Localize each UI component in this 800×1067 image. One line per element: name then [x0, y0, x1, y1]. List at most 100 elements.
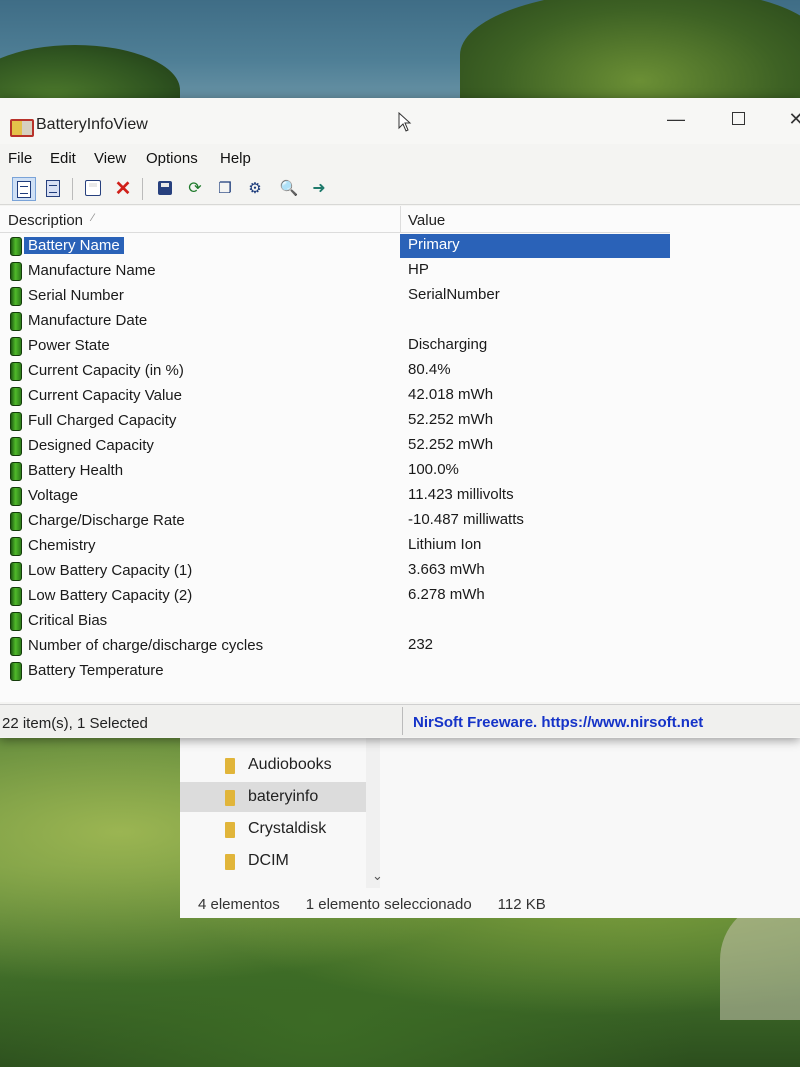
battery-icon — [10, 362, 22, 381]
toolbar-separator — [142, 178, 143, 200]
item-count: 4 elementos — [198, 896, 280, 913]
row-name: Power State — [28, 337, 110, 354]
table-row[interactable]: Manufacture Date — [0, 309, 670, 334]
row-value: 52.252 mWh — [408, 436, 494, 453]
row-name: Battery Name — [24, 237, 124, 254]
table-row[interactable]: Critical Bias — [0, 609, 670, 634]
selected-count: 1 elemento seleccionado — [305, 896, 472, 913]
folder-icon — [225, 790, 235, 806]
toolbar-separator — [72, 178, 73, 200]
table-row[interactable]: Battery Temperature — [0, 659, 670, 684]
column-divider[interactable] — [400, 206, 401, 232]
table-icon[interactable] — [82, 177, 104, 199]
explorer-window: Audiobooks bateryinfo Crystaldisk DCIM ⌄… — [180, 738, 800, 918]
table-row[interactable]: Designed Capacity 52.252 mWh — [0, 434, 670, 459]
row-name: Low Battery Capacity (2) — [28, 587, 193, 604]
exit-icon[interactable]: ➜ — [308, 177, 330, 199]
battery-icon — [10, 262, 22, 281]
table-row[interactable]: Serial Number SerialNumber — [0, 284, 670, 309]
chevron-down-icon[interactable]: ⌄ — [372, 868, 383, 884]
title-bar[interactable]: BatteryInfoView — ✕ — [0, 98, 800, 144]
column-value[interactable]: Value — [408, 212, 445, 229]
maximize-icon — [731, 112, 745, 125]
row-value: 11.423 millivolts — [408, 486, 514, 503]
row-value: Primary — [408, 236, 460, 253]
row-name: Battery Health — [28, 462, 124, 479]
battery-icon — [10, 437, 22, 456]
battery-icon — [10, 412, 22, 431]
folder-item-selected[interactable]: bateryinfo — [180, 782, 366, 812]
table-row[interactable]: Chemistry Lithium Ion — [0, 534, 670, 559]
table-row[interactable]: Battery Health 100.0% — [0, 459, 670, 484]
table-row[interactable]: Number of charge/discharge cycles 232 — [0, 634, 670, 659]
save-icon[interactable] — [154, 177, 176, 199]
window-title: BatteryInfoView — [36, 116, 148, 133]
html-report-icon[interactable] — [42, 177, 64, 199]
explorer-statusbar: 4 elementos 1 elemento seleccionado 112 KB — [198, 896, 572, 913]
folder-icon — [225, 822, 235, 838]
column-description[interactable]: Description — [8, 212, 83, 229]
table-row[interactable]: Full Charged Capacity 52.252 mWh — [0, 409, 670, 434]
table-row[interactable]: Low Battery Capacity (2) 6.278 mWh — [0, 584, 670, 609]
explorer-scrollbar[interactable] — [366, 738, 380, 888]
menu-file[interactable]: File — [8, 150, 32, 167]
table-row[interactable]: Current Capacity (in %) 80.4% — [0, 359, 670, 384]
row-name: Manufacture Name — [28, 262, 156, 279]
folder-label: bateryinfo — [248, 788, 319, 805]
minimize-button[interactable]: — — [656, 106, 696, 132]
battery-icon — [10, 487, 22, 506]
copy-icon[interactable]: ❐ — [214, 177, 236, 199]
battery-icon — [10, 462, 22, 481]
maximize-button[interactable] — [718, 106, 758, 132]
battery-icon — [10, 537, 22, 556]
find-icon[interactable]: 🔍 — [278, 177, 300, 199]
table-row[interactable]: Charge/Discharge Rate -10.487 milliwatts — [0, 509, 670, 534]
status-bar: 22 item(s), 1 Selected NirSoft Freeware.… — [0, 704, 800, 737]
row-value: -10.487 milliwatts — [408, 511, 524, 528]
sort-arrow-icon: ⁄ — [92, 212, 94, 224]
table-row[interactable]: Battery Name Primary — [0, 234, 670, 259]
menu-bar: File Edit View Options Help — [0, 146, 800, 172]
menu-edit[interactable]: Edit — [50, 150, 76, 167]
folder-label: Audiobooks — [248, 756, 332, 773]
status-item-count: 22 item(s), 1 Selected — [2, 715, 148, 732]
options-icon[interactable]: ⚙ — [244, 177, 266, 199]
folder-item[interactable]: DCIM — [180, 846, 366, 876]
battery-icon — [10, 287, 22, 306]
nirsoft-link[interactable]: NirSoft Freeware. https://www.nirsoft.ne… — [413, 714, 703, 731]
close-button[interactable]: ✕ — [776, 106, 800, 132]
table-row[interactable]: Low Battery Capacity (1) 3.663 mWh — [0, 559, 670, 584]
properties-icon[interactable] — [12, 177, 36, 201]
row-name: Serial Number — [28, 287, 124, 304]
menu-help[interactable]: Help — [220, 150, 251, 167]
row-name: Full Charged Capacity — [28, 412, 177, 429]
battery-icon — [10, 512, 22, 531]
battery-icon — [10, 237, 22, 256]
battery-icon — [10, 337, 22, 356]
table-row[interactable]: Voltage 11.423 millivolts — [0, 484, 670, 509]
row-name: Charge/Discharge Rate — [28, 512, 185, 529]
row-value: 80.4% — [408, 361, 451, 378]
folder-item[interactable]: Crystaldisk — [180, 814, 366, 844]
battery-icon — [10, 562, 22, 581]
row-value: 232 — [408, 636, 434, 653]
row-name: Manufacture Date — [28, 312, 148, 329]
mouse-cursor-icon — [398, 112, 412, 132]
table-row[interactable]: Manufacture Name HP — [0, 259, 670, 284]
battery-icon — [10, 387, 22, 406]
row-value: 100.0% — [408, 461, 459, 478]
folder-label: DCIM — [248, 852, 289, 869]
batteryinfoview-window: BatteryInfoView — ✕ File Edit View Optio… — [0, 98, 800, 738]
folder-item[interactable]: Audiobooks — [180, 750, 366, 780]
menu-view[interactable]: View — [94, 150, 126, 167]
refresh-icon[interactable]: ⟳ — [184, 177, 206, 199]
battery-info-list[interactable]: Description ⁄ Value Battery Name Primary … — [0, 206, 800, 702]
folder-label: Crystaldisk — [248, 820, 327, 837]
row-value: 6.278 mWh — [408, 586, 485, 603]
table-row[interactable]: Power State Discharging — [0, 334, 670, 359]
delete-icon[interactable]: ✕ — [112, 177, 134, 200]
row-value: 3.663 mWh — [408, 561, 485, 578]
menu-options[interactable]: Options — [146, 150, 198, 167]
table-row[interactable]: Current Capacity Value 42.018 mWh — [0, 384, 670, 409]
battery-icon — [10, 612, 22, 631]
